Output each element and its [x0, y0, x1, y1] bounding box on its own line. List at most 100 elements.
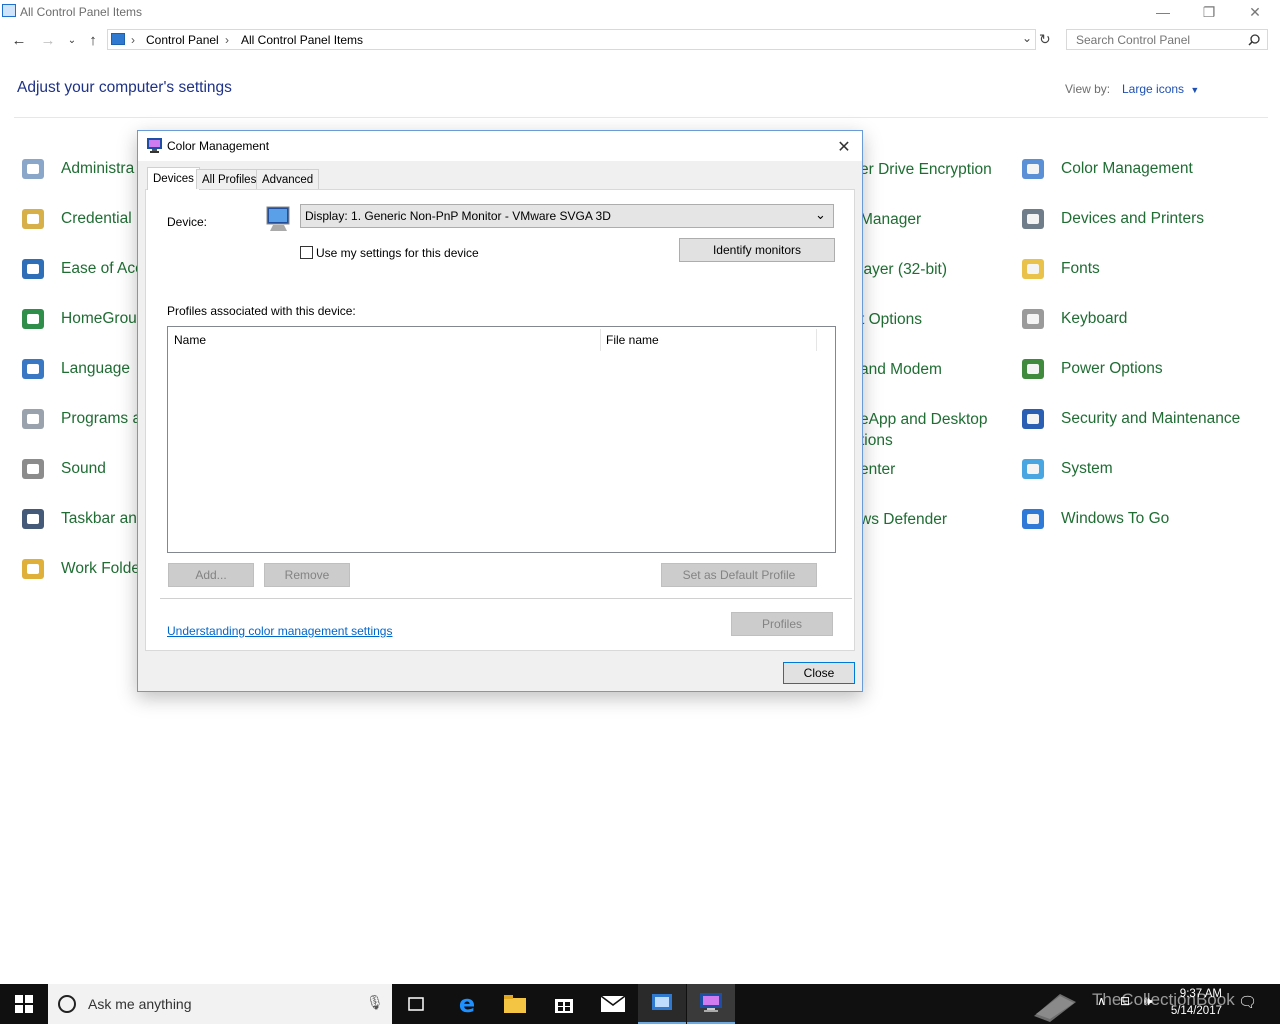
- control-panel-item-label: ws Defender: [860, 511, 948, 528]
- profiles-list[interactable]: Name File name: [167, 326, 836, 553]
- set-default-profile-button[interactable]: Set as Default Profile: [661, 563, 817, 587]
- up-arrow-icon[interactable]: ↑: [83, 30, 103, 50]
- control-panel-item[interactable]: t Options: [860, 309, 922, 330]
- tab-devices[interactable]: Devices: [147, 167, 200, 190]
- search-icon: [1248, 34, 1260, 46]
- control-panel-item[interactable]: Sound: [18, 454, 106, 484]
- control-panel-item[interactable]: Credential: [18, 204, 132, 234]
- recent-locations-chevron-icon[interactable]: ⌄: [62, 30, 82, 50]
- windows-to-go-icon: [1018, 503, 1050, 535]
- cortana-circle-icon: [58, 995, 76, 1013]
- control-panel-item-label: Language: [61, 360, 130, 377]
- show-hidden-icons-chevron-icon[interactable]: ∧: [1097, 994, 1106, 1008]
- cortana-search-box[interactable]: Ask me anything 🎙: [48, 984, 392, 1024]
- breadcrumb-control-panel[interactable]: Control Panel: [146, 33, 219, 47]
- tab-all-profiles[interactable]: All Profiles: [196, 169, 263, 189]
- sound-icon: [18, 453, 50, 485]
- control-panel-item[interactable]: Fonts: [1018, 254, 1100, 284]
- control-panel-item-label: Credential: [61, 210, 132, 227]
- view-by-dropdown[interactable]: Large icons ▼: [1122, 82, 1199, 96]
- close-button[interactable]: Close: [783, 662, 855, 684]
- identify-monitors-button[interactable]: Identify monitors: [679, 238, 835, 262]
- control-panel-item[interactable]: Security and Maintenance: [1018, 404, 1240, 434]
- control-panel-taskbar-button[interactable]: [638, 984, 686, 1024]
- control-panel-item[interactable]: Ease of Acc: [18, 254, 143, 284]
- control-panel-item-label: Keyboard: [1061, 310, 1128, 327]
- store-taskbar-button[interactable]: [540, 984, 588, 1024]
- color-management-icon: [1018, 153, 1050, 185]
- control-panel-item[interactable]: Color Management: [1018, 154, 1193, 184]
- device-dropdown[interactable]: Display: 1. Generic Non-PnP Monitor - VM…: [300, 204, 834, 228]
- network-icon[interactable]: ⊟: [1120, 994, 1130, 1008]
- control-panel-small-icon: [111, 33, 125, 45]
- microphone-icon[interactable]: 🎙: [366, 994, 384, 1011]
- devices-printers-icon: [1018, 203, 1050, 235]
- dropdown-triangle-icon: ▼: [1190, 85, 1200, 95]
- address-bar[interactable]: › Control Panel › All Control Panel Item…: [107, 29, 1036, 50]
- use-settings-checkbox[interactable]: [300, 246, 313, 259]
- control-panel-item-label: layer (32-bit): [860, 261, 947, 278]
- start-button[interactable]: [0, 984, 48, 1024]
- help-link[interactable]: Understanding color management settings: [167, 624, 392, 638]
- remove-profile-button[interactable]: Remove: [264, 563, 350, 587]
- control-panel-item-label: Programs a: [61, 410, 142, 427]
- control-panel-item[interactable]: enter: [860, 459, 895, 480]
- mail-taskbar-button[interactable]: [589, 984, 637, 1024]
- control-panel-item-label: Administra: [61, 160, 135, 177]
- clock-date[interactable]: 5/14/2017: [1160, 1005, 1222, 1017]
- file-explorer-taskbar-button[interactable]: [491, 984, 539, 1024]
- control-panel-item[interactable]: and Modem: [860, 359, 942, 380]
- control-panel-item[interactable]: er Drive Encryption: [860, 159, 992, 180]
- control-panel-item[interactable]: Power Options: [1018, 354, 1163, 384]
- back-arrow-icon[interactable]: ←: [9, 30, 29, 50]
- control-panel-item[interactable]: Taskbar and: [18, 504, 145, 534]
- work-folders-icon: [18, 553, 50, 585]
- color-management-taskbar-button[interactable]: [687, 984, 735, 1024]
- control-panel-item[interactable]: Work Folde: [18, 554, 140, 584]
- security-flag-icon: [1018, 403, 1050, 435]
- keyboard-icon: [1018, 303, 1050, 335]
- monitor-icon: [266, 206, 290, 231]
- control-panel-item[interactable]: Programs a: [18, 404, 141, 434]
- task-view-button[interactable]: [392, 984, 440, 1024]
- control-panel-item-label: Work Folde: [61, 560, 140, 577]
- control-panel-item[interactable]: System: [1018, 454, 1113, 484]
- control-panel-item[interactable]: eApp and Desktop tions: [860, 409, 988, 451]
- restore-button[interactable]: ❐: [1186, 0, 1232, 24]
- profiles-button[interactable]: Profiles: [731, 612, 833, 636]
- dialog-close-icon[interactable]: ✕: [830, 135, 858, 159]
- search-input[interactable]: [1074, 32, 1248, 48]
- control-panel-item-label-line2: l: [860, 530, 947, 551]
- column-header-name[interactable]: Name: [174, 333, 206, 347]
- control-panel-item[interactable]: Administra: [18, 154, 134, 184]
- color-management-taskbar-icon: [700, 993, 722, 1012]
- tab-advanced[interactable]: Advanced: [256, 169, 320, 189]
- control-panel-item-label: t Options: [860, 311, 923, 328]
- clock-time[interactable]: 9:37 AM: [1160, 988, 1222, 1000]
- control-panel-item[interactable]: Language: [18, 354, 130, 384]
- add-profile-button[interactable]: Add...: [168, 563, 254, 587]
- control-panel-item[interactable]: HomeGrou: [18, 304, 137, 334]
- chevron-down-icon: ⌄: [815, 207, 826, 222]
- control-panel-item[interactable]: Manager: [860, 209, 921, 230]
- minimize-button[interactable]: —: [1140, 0, 1186, 24]
- dialog-title-bar: Color Management ✕: [138, 131, 862, 161]
- control-panel-item[interactable]: Windows To Go: [1018, 504, 1169, 534]
- close-window-button[interactable]: ✕: [1232, 0, 1278, 24]
- control-panel-item[interactable]: layer (32-bit): [860, 259, 947, 280]
- refresh-icon[interactable]: ↻: [1039, 31, 1051, 48]
- volume-icon[interactable]: 🕪: [1144, 993, 1152, 1009]
- address-dropdown-chevron-icon[interactable]: ⌄: [1022, 31, 1032, 45]
- column-header-filename[interactable]: File name: [606, 333, 659, 347]
- search-box[interactable]: [1066, 29, 1268, 50]
- forward-arrow-icon[interactable]: →: [38, 30, 58, 50]
- control-panel-item-label: Security and Maintenance: [1061, 410, 1241, 427]
- edge-taskbar-button[interactable]: e: [443, 984, 491, 1024]
- control-panel-item[interactable]: Keyboard: [1018, 304, 1127, 334]
- breadcrumb-all-items[interactable]: All Control Panel Items: [241, 33, 363, 47]
- control-panel-item[interactable]: ws Defender l: [860, 509, 947, 551]
- control-panel-item-label: and Modem: [860, 361, 942, 378]
- control-panel-item[interactable]: Devices and Printers: [1018, 204, 1204, 234]
- action-center-icon[interactable]: 🗨: [1238, 993, 1257, 1011]
- control-panel-item-label: er Drive Encryption: [860, 161, 992, 178]
